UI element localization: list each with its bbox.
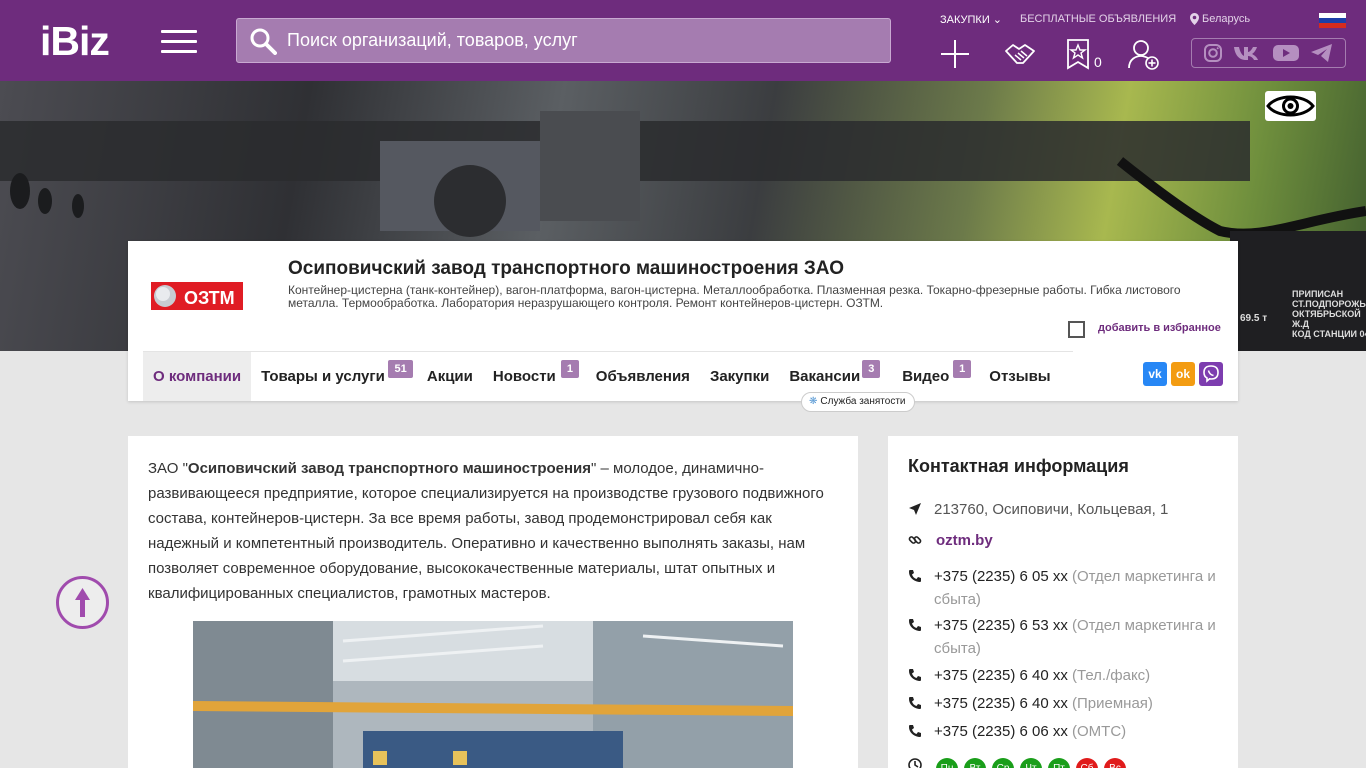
user-add-icon[interactable]	[1126, 37, 1160, 71]
svg-text:ОЗТМ: ОЗТМ	[184, 288, 235, 308]
sparkle-icon: ❋	[809, 396, 818, 407]
zakupki-dropdown[interactable]: ЗАКУПКИ ⌄	[940, 13, 1002, 26]
day-sat: Сб	[1076, 758, 1098, 768]
tab-reviews[interactable]: Отзывы	[979, 352, 1060, 401]
youtube-icon[interactable]	[1272, 43, 1300, 63]
phone-number[interactable]: +375 (2235) 6 06 хх	[934, 723, 1068, 740]
link-icon	[908, 536, 922, 544]
wagon-weight: 69.5 т	[1240, 313, 1268, 324]
telegram-icon[interactable]	[1310, 43, 1334, 63]
work-days: Пн Вт Ср Чт Пт Сб Вс	[936, 758, 1126, 768]
share-ok-icon[interactable]: ok	[1171, 362, 1195, 386]
phone-number[interactable]: +375 (2235) 6 05 хх	[934, 568, 1068, 585]
day-sun: Вс	[1104, 758, 1126, 768]
site-row: oztm.by	[908, 529, 1223, 552]
clock-icon	[908, 758, 922, 768]
eye-icon	[1266, 95, 1315, 117]
chevron-down-icon: ⌄	[992, 14, 1003, 26]
favorites-count: 0	[1094, 54, 1102, 70]
day-wed: Ср	[992, 758, 1014, 768]
handshake-icon[interactable]	[1003, 37, 1037, 71]
tab-products[interactable]: Товары и услуги 51	[251, 352, 417, 401]
company-card: ОЗТМ Осиповичский завод транспортного ма…	[128, 241, 1238, 412]
day-mon: Пн	[936, 758, 958, 768]
share-vk-icon[interactable]: vk	[1143, 362, 1167, 386]
tab-news[interactable]: Новости 1	[483, 352, 586, 401]
arrow-up-icon	[75, 588, 90, 617]
scroll-up-button[interactable]	[56, 576, 109, 629]
factory-photo	[193, 621, 793, 768]
phone-row: +375 (2235) 6 53 хх (Отдел маркетинга и …	[908, 614, 1223, 660]
phone-icon	[909, 570, 921, 582]
oztm-logo: ОЗТМ	[149, 280, 245, 312]
social-links	[1191, 38, 1346, 68]
search-icon	[250, 28, 277, 55]
day-fri: Пт	[1048, 758, 1070, 768]
company-description: Контейнер-цистерна (танк-контейнер), ваг…	[288, 283, 1181, 310]
news-count-badge: 1	[560, 360, 579, 378]
products-count-badge: 51	[388, 360, 414, 378]
ibiz-logo[interactable]: iBiz	[40, 20, 110, 62]
free-ads-link[interactable]: БЕСПЛАТНЫЕ ОБЪЯВЛЕНИЯ	[1020, 13, 1176, 25]
russian-flag-icon[interactable]	[1319, 13, 1346, 28]
vacancies-count-badge: 3	[862, 360, 881, 378]
menu-burger-icon[interactable]	[161, 30, 197, 54]
site-link[interactable]: oztm.by	[908, 529, 1223, 552]
phone-row: +375 (2235) 6 40 хх (Тел./факс)	[908, 664, 1223, 687]
phone-number[interactable]: +375 (2235) 6 40 хх	[934, 667, 1068, 684]
vk-icon[interactable]	[1233, 44, 1263, 62]
phone-number[interactable]: +375 (2235) 6 53 хх	[934, 617, 1068, 634]
tab-ads[interactable]: Объявления	[586, 352, 700, 401]
contacts-title: Контактная информация	[908, 456, 1129, 476]
accessibility-eye-button[interactable]	[1265, 91, 1316, 121]
top-bar: iBiz ЗАКУПКИ ⌄ БЕСПЛАТНЫЕ ОБЪЯВЛЕНИЯ Бел…	[0, 0, 1366, 81]
company-title: Осиповичский завод транспортного машинос…	[288, 258, 845, 279]
video-count-badge: 1	[953, 360, 972, 378]
phone-icon	[909, 697, 921, 709]
location-pin-icon	[1190, 13, 1199, 25]
day-tue: Вт	[964, 758, 986, 768]
region-selector[interactable]: Беларусь	[1190, 13, 1250, 25]
phone-icon	[909, 725, 921, 737]
phone-icon	[909, 669, 921, 681]
phone-number[interactable]: +375 (2235) 6 40 хх	[934, 695, 1068, 712]
about-text: ЗАО "Осиповичский завод транспортного ма…	[148, 460, 824, 602]
favorites-star-icon[interactable]	[1062, 37, 1096, 71]
tab-purchases[interactable]: Закупки	[700, 352, 779, 401]
employment-service-link[interactable]: ❋ Служба занятости	[801, 392, 916, 412]
about-panel: ЗАО "Осиповичский завод транспортного ма…	[128, 436, 858, 768]
add-plus-icon[interactable]	[938, 37, 972, 71]
favorite-checkbox[interactable]	[1068, 321, 1085, 338]
add-favorite-link[interactable]: добавить в избранное	[1098, 322, 1221, 334]
phone-row: +375 (2235) 6 05 хх (Отдел маркетинга и …	[908, 565, 1223, 611]
wagon-stencil: ПРИПИСАН СТ.ПОДПОРОЖЬЕ ОКТЯБРЬСКОЙ Ж.Д К…	[1292, 289, 1366, 339]
phone-row: +375 (2235) 6 40 хх (Приемная)	[908, 692, 1223, 715]
tab-promotions[interactable]: Акции	[417, 352, 483, 401]
address-row: 213760, Осиповичи, Кольцевая, 1	[908, 498, 1223, 521]
phone-icon	[909, 619, 921, 631]
company-nav: О компании Товары и услуги 51 Акции Новос…	[143, 352, 1061, 401]
phone-row: +375 (2235) 6 06 хх (ОМТС)	[908, 720, 1223, 743]
search-input[interactable]	[287, 19, 877, 62]
contacts-panel: Контактная информация 213760, Осиповичи,…	[888, 436, 1238, 768]
day-thu: Чт	[1020, 758, 1042, 768]
instagram-icon[interactable]	[1203, 43, 1223, 63]
navigation-arrow-icon	[909, 503, 921, 515]
share-viber-icon[interactable]	[1199, 362, 1223, 386]
tab-about[interactable]: О компании	[143, 352, 252, 401]
search-box[interactable]	[236, 18, 891, 63]
